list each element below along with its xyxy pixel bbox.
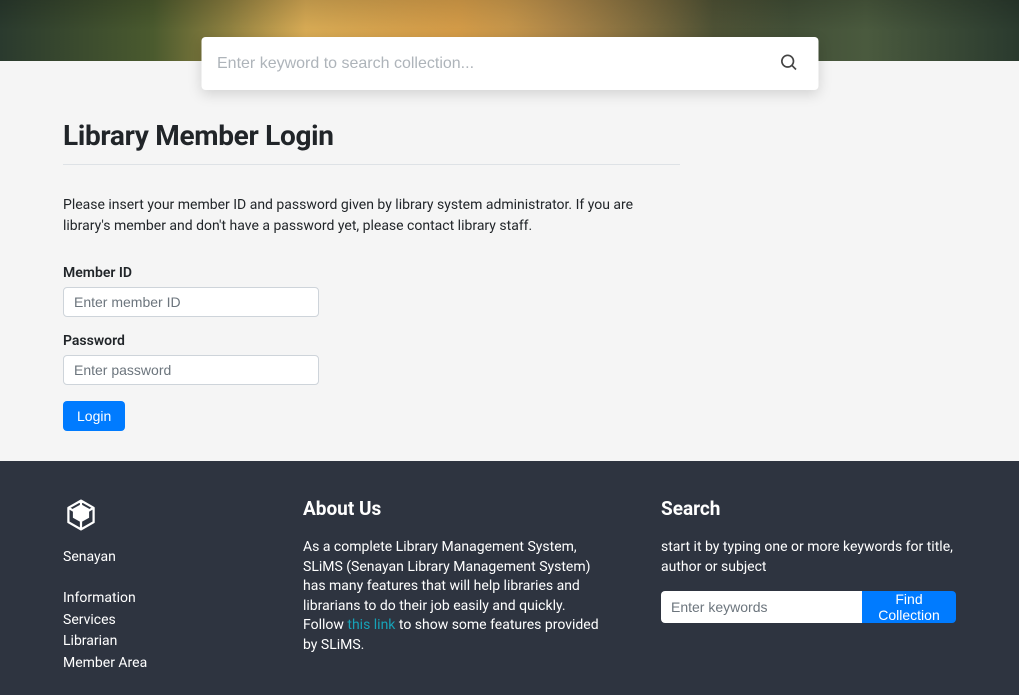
footer-brand-column: Senayan Information Services Librarian M… bbox=[63, 497, 243, 675]
password-group: Password bbox=[63, 333, 956, 385]
footer-search-row: Find Collection bbox=[661, 591, 956, 623]
footer-link-services[interactable]: Services bbox=[63, 611, 243, 631]
footer-about-text: As a complete Library Management System,… bbox=[303, 538, 601, 656]
footer-about-link[interactable]: this link bbox=[347, 617, 395, 633]
page-title: Library Member Login bbox=[63, 119, 956, 152]
footer-link-member-area[interactable]: Member Area bbox=[63, 654, 243, 674]
footer-search-column: Search start it by typing one or more ke… bbox=[661, 497, 956, 675]
footer-brand-name: Senayan bbox=[63, 549, 243, 565]
footer-about-column: About Us As a complete Library Managemen… bbox=[303, 497, 601, 675]
footer-nav: Information Services Librarian Member Ar… bbox=[63, 589, 243, 673]
member-id-label: Member ID bbox=[63, 265, 956, 281]
footer-search-heading: Search bbox=[661, 497, 956, 520]
header-search-input[interactable] bbox=[217, 55, 774, 73]
footer-search-text: start it by typing one or more keywords … bbox=[661, 538, 956, 577]
main-content: Library Member Login Please insert your … bbox=[0, 61, 1019, 461]
search-icon bbox=[778, 52, 798, 72]
password-label: Password bbox=[63, 333, 956, 349]
footer-search-button[interactable]: Find Collection bbox=[862, 591, 956, 623]
footer: Senayan Information Services Librarian M… bbox=[0, 461, 1019, 695]
slims-logo-icon bbox=[63, 497, 99, 533]
footer-about-heading: About Us bbox=[303, 497, 601, 520]
member-id-input[interactable] bbox=[63, 287, 319, 317]
footer-logo bbox=[63, 497, 243, 537]
header-search-bar bbox=[201, 37, 818, 90]
footer-link-information[interactable]: Information bbox=[63, 589, 243, 609]
hero-banner bbox=[0, 0, 1019, 61]
footer-search-input[interactable] bbox=[661, 591, 862, 623]
login-instructions: Please insert your member ID and passwor… bbox=[63, 195, 680, 237]
title-divider bbox=[63, 164, 680, 165]
header-search-wrap bbox=[201, 37, 818, 90]
footer-link-librarian[interactable]: Librarian bbox=[63, 632, 243, 652]
member-id-group: Member ID bbox=[63, 265, 956, 317]
header-search-button[interactable] bbox=[774, 48, 802, 79]
login-button[interactable]: Login bbox=[63, 401, 125, 431]
password-input[interactable] bbox=[63, 355, 319, 385]
